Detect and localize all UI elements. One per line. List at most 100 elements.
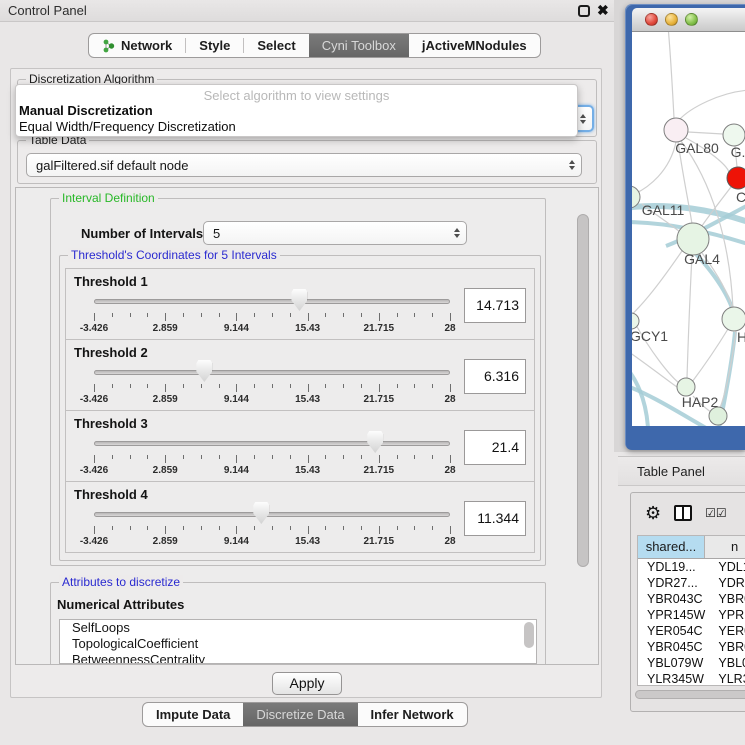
slider-tick — [201, 526, 202, 530]
close-traffic-icon[interactable] — [645, 13, 658, 26]
tab-jactivemnodules[interactable]: jActiveMNodules — [409, 34, 540, 57]
num-intervals-combobox[interactable]: 5 — [203, 221, 467, 245]
threshold-value-field[interactable]: 21.4 — [464, 430, 526, 465]
gear-icon[interactable]: ⚙ — [645, 504, 661, 522]
threshold-slider-track[interactable] — [94, 299, 450, 304]
slider-tick — [450, 526, 451, 534]
cell-shared-name[interactable]: YDR27... — [638, 575, 713, 591]
dropdown-option-manual[interactable]: Manual Discretization — [16, 103, 577, 119]
slider-tick — [147, 526, 148, 530]
tab-style[interactable]: Style — [186, 34, 243, 57]
table-data-combobox[interactable]: galFiltered.sif default node — [26, 153, 582, 177]
cell-shared-name[interactable]: YER054C — [638, 623, 713, 639]
cell-name[interactable]: YPR1 — [713, 607, 745, 623]
node-table[interactable]: shared... n YDL19...YDL1YDR27...YDR2YBR0… — [637, 535, 745, 686]
list-scrollbar[interactable] — [524, 622, 534, 648]
threshold-slider-track[interactable] — [94, 512, 450, 517]
zoom-traffic-icon[interactable] — [685, 13, 698, 26]
table-row[interactable]: YDL19...YDL1 — [638, 559, 745, 575]
network-node[interactable] — [632, 313, 639, 329]
vertical-scrollbar[interactable] — [577, 214, 589, 567]
table-row[interactable]: YPR145WYPR1 — [638, 607, 745, 623]
network-window-titlebar[interactable] — [632, 8, 745, 32]
table-panel-title: Table Panel — [637, 464, 705, 479]
attribute-list-item[interactable]: TopologicalCoefficient — [60, 636, 536, 652]
slider-tick — [397, 384, 398, 388]
network-node-label: G. — [731, 144, 745, 160]
network-canvas[interactable]: GAL80G.CGAL11GAL4HGCY1HAP2 — [632, 32, 745, 426]
network-node-label: GCY1 — [632, 328, 668, 344]
column-split-icon[interactable] — [674, 505, 692, 521]
cell-name[interactable]: YER0 — [713, 623, 745, 639]
network-edge — [632, 251, 682, 318]
scale-label: 21.715 — [364, 465, 395, 476]
network-node-label: H — [737, 329, 745, 345]
scale-label: 21.715 — [364, 323, 395, 334]
cell-name[interactable]: YBR0 — [713, 591, 745, 607]
cell-shared-name[interactable]: YLR345W — [638, 671, 713, 686]
attribute-list-item[interactable]: BetweennessCentrality — [60, 652, 536, 664]
threshold-slider-thumb[interactable] — [291, 289, 307, 311]
tab-infer-network[interactable]: Infer Network — [358, 703, 467, 726]
network-node-label: GAL80 — [675, 140, 719, 156]
tab-network[interactable]: Network — [89, 34, 185, 57]
slider-tick — [183, 526, 184, 530]
cell-shared-name[interactable]: YBL079W — [638, 655, 713, 671]
cell-name[interactable]: YLR3 — [713, 671, 745, 686]
cell-shared-name[interactable]: YPR145W — [638, 607, 713, 623]
slider-tick — [379, 526, 380, 534]
cell-shared-name[interactable]: YBR045C — [638, 639, 713, 655]
tab-discretize-data[interactable]: Discretize Data — [243, 703, 357, 726]
threshold-slider-track[interactable] — [94, 441, 450, 446]
slider-tick — [308, 526, 309, 534]
table-row[interactable]: YBR043CYBR0 — [638, 591, 745, 607]
table-row[interactable]: YBR045CYBR0 — [638, 639, 745, 655]
threshold-slider-thumb[interactable] — [196, 360, 212, 382]
column-header-name[interactable]: n — [705, 536, 745, 558]
network-edge — [692, 329, 728, 382]
slider-tick — [201, 384, 202, 388]
network-node[interactable] — [664, 118, 688, 142]
threshold-value-field[interactable]: 14.713 — [464, 288, 526, 323]
threshold-value-field[interactable]: 6.316 — [464, 359, 526, 394]
threshold-slider-track[interactable] — [94, 370, 450, 375]
cell-name[interactable]: YBL0 — [713, 655, 745, 671]
slider-tick — [361, 526, 362, 530]
tab-cyni-toolbox[interactable]: Cyni Toolbox — [309, 34, 409, 57]
slider-tick — [290, 384, 291, 388]
close-icon[interactable]: ✖ — [597, 2, 609, 19]
horizontal-scrollbar[interactable] — [635, 690, 745, 699]
cell-name[interactable]: YBR0 — [713, 639, 745, 655]
slider-tick — [112, 455, 113, 459]
slider-tick — [361, 455, 362, 459]
checkbox-icons[interactable]: ☑☑ — [705, 506, 727, 520]
dropdown-option-equal-width[interactable]: Equal Width/Frequency Discretization — [16, 119, 577, 135]
table-row[interactable]: YLR345WYLR3 — [638, 671, 745, 686]
table-row[interactable]: YDR27...YDR2 — [638, 575, 745, 591]
network-edge — [632, 350, 677, 387]
cell-shared-name[interactable]: YBR043C — [638, 591, 713, 607]
table-row[interactable]: YBL079WYBL0 — [638, 655, 745, 671]
threshold-slider-thumb[interactable] — [367, 431, 383, 453]
column-header-shared-name[interactable]: shared... — [638, 536, 705, 558]
threshold-value-field[interactable]: 11.344 — [464, 501, 526, 536]
attribute-list-item[interactable]: SelfLoops — [60, 620, 536, 636]
cell-name[interactable]: YDL1 — [713, 559, 745, 575]
table-row[interactable]: YER054CYER0 — [638, 623, 745, 639]
float-window-icon[interactable] — [578, 5, 590, 17]
slider-tick — [236, 313, 237, 321]
tab-impute-data[interactable]: Impute Data — [143, 703, 243, 726]
minimize-traffic-icon[interactable] — [665, 13, 678, 26]
cell-shared-name[interactable]: YDL19... — [638, 559, 713, 575]
slider-tick — [290, 526, 291, 530]
apply-button[interactable]: Apply — [272, 672, 342, 695]
network-node[interactable] — [722, 307, 745, 331]
tab-select[interactable]: Select — [244, 34, 308, 57]
numerical-attributes-list[interactable]: SelfLoopsTopologicalCoefficientBetweenne… — [59, 619, 537, 664]
slider-tick — [432, 384, 433, 388]
threshold-slider-thumb[interactable] — [253, 502, 269, 524]
network-view-window[interactable]: GAL80G.CGAL11GAL4HGCY1HAP2 — [625, 4, 745, 450]
network-node[interactable] — [723, 124, 745, 146]
network-node-selected[interactable] — [727, 167, 745, 189]
cell-name[interactable]: YDR2 — [713, 575, 745, 591]
